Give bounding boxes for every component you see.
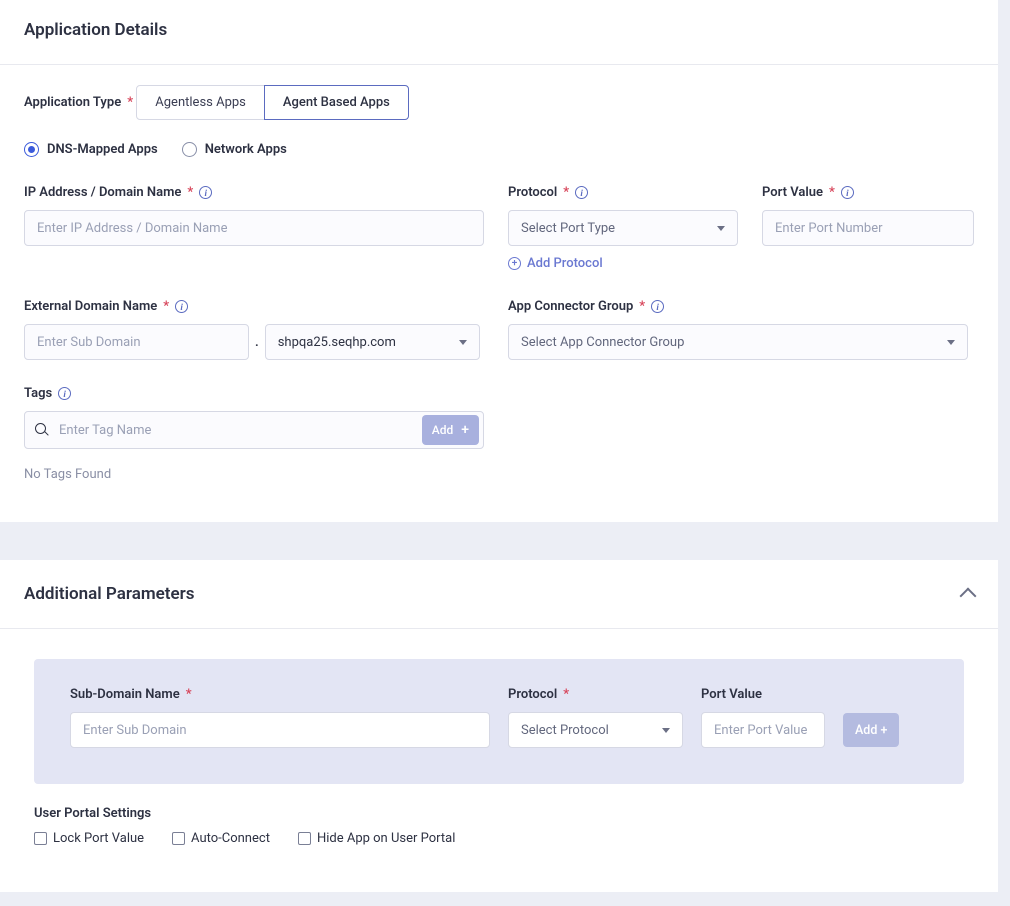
port-value-input[interactable] — [762, 210, 974, 246]
chevron-down-icon — [459, 340, 467, 345]
application-type-toggle: Agentless Apps Agent Based Apps — [136, 85, 409, 120]
protocol-select-2[interactable]: Select Protocol — [508, 712, 683, 748]
dot-separator: . — [255, 335, 259, 350]
domain-select[interactable]: shpqa25.seqhp.com — [265, 324, 480, 360]
add-tag-button[interactable]: Add + — [422, 415, 479, 445]
port-value-label-2: Port Value — [701, 687, 825, 702]
info-icon[interactable]: i — [58, 387, 71, 400]
auto-connect-label: Auto-Connect — [191, 831, 270, 846]
sub-domain-input[interactable] — [24, 324, 249, 360]
external-domain-label: External Domain Name * i — [24, 299, 484, 314]
network-apps-label: Network Apps — [205, 142, 287, 157]
add-protocol-link[interactable]: + Add Protocol — [508, 256, 738, 271]
dns-mapped-apps-radio[interactable]: DNS-Mapped Apps — [24, 142, 158, 157]
tags-input[interactable] — [57, 412, 414, 448]
info-icon[interactable]: i — [199, 186, 212, 199]
protocol-select[interactable]: Select Port Type — [508, 210, 738, 246]
info-icon[interactable]: i — [841, 186, 854, 199]
plus-circle-icon: + — [508, 257, 521, 270]
sub-domain-name-input[interactable] — [70, 712, 490, 748]
agentless-apps-button[interactable]: Agentless Apps — [136, 85, 265, 120]
ip-address-label: IP Address / Domain Name * i — [24, 185, 484, 200]
app-connector-group-select[interactable]: Select App Connector Group — [508, 324, 968, 360]
protocol-label: Protocol * i — [508, 185, 738, 200]
app-connector-group-label: App Connector Group * i — [508, 299, 974, 314]
application-type-label: Application Type * — [24, 95, 133, 110]
no-tags-text: No Tags Found — [24, 467, 484, 482]
info-icon[interactable]: i — [651, 300, 664, 313]
info-icon[interactable]: i — [575, 186, 588, 199]
agent-based-apps-button[interactable]: Agent Based Apps — [264, 85, 409, 120]
protocol-label-2: Protocol * — [508, 687, 683, 702]
hide-app-label: Hide App on User Portal — [317, 831, 455, 846]
port-value-label: Port Value* i — [762, 185, 974, 200]
plus-icon: + — [461, 423, 469, 437]
ip-address-input[interactable] — [24, 210, 484, 246]
add-sub-domain-button[interactable]: Add + — [843, 713, 899, 747]
search-icon — [35, 423, 49, 437]
chevron-down-icon — [947, 340, 955, 345]
lock-port-value-label: Lock Port Value — [53, 831, 144, 846]
dns-mapped-apps-label: DNS-Mapped Apps — [47, 142, 158, 157]
application-details-title: Application Details — [0, 0, 998, 64]
chevron-up-icon — [960, 588, 977, 605]
additional-parameters-header[interactable]: Additional Parameters — [0, 560, 998, 628]
auto-connect-checkbox[interactable] — [172, 832, 185, 845]
chevron-down-icon — [717, 226, 725, 231]
sub-domain-name-label: Sub-Domain Name * — [70, 687, 490, 702]
port-value-input-2[interactable] — [701, 712, 825, 748]
chevron-down-icon — [662, 728, 670, 733]
user-portal-settings-title: User Portal Settings — [34, 806, 964, 821]
lock-port-value-checkbox[interactable] — [34, 832, 47, 845]
hide-app-checkbox[interactable] — [298, 832, 311, 845]
tags-label: Tags i — [24, 386, 71, 401]
additional-parameters-title: Additional Parameters — [24, 584, 194, 604]
network-apps-radio[interactable]: Network Apps — [182, 142, 287, 157]
info-icon[interactable]: i — [175, 300, 188, 313]
